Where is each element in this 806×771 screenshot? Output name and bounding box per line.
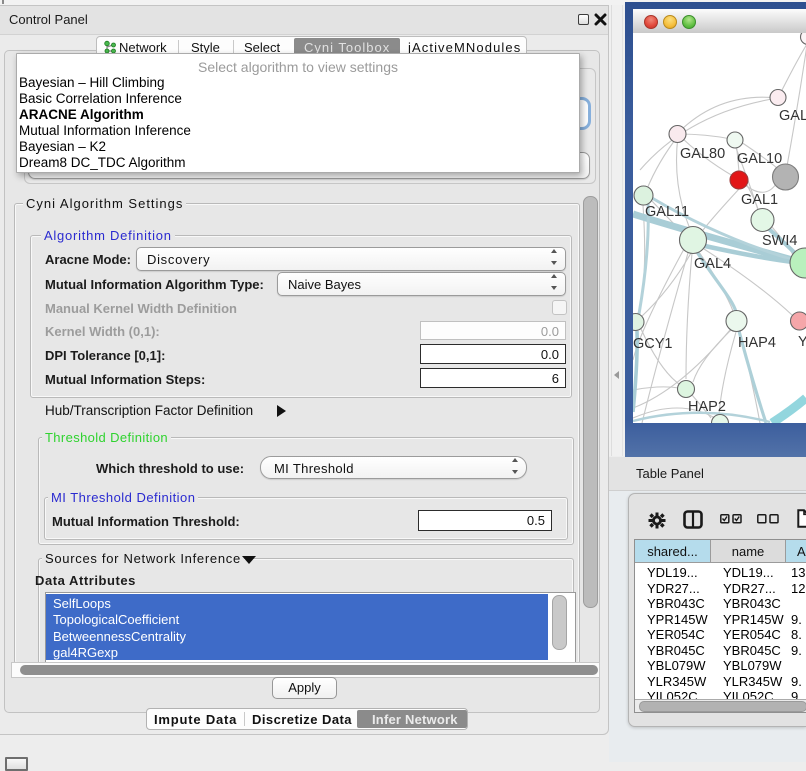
- svg-text:GAL4: GAL4: [694, 256, 731, 272]
- svg-text:Y: Y: [798, 334, 806, 350]
- svg-text:GCY1: GCY1: [633, 336, 673, 352]
- svg-text:HAP2: HAP2: [688, 399, 726, 415]
- svg-text:GAL7: GAL7: [779, 108, 806, 124]
- svg-text:GAL10: GAL10: [737, 151, 782, 167]
- svg-text:HAP4: HAP4: [738, 335, 776, 351]
- svg-text:GAL11: GAL11: [645, 204, 689, 220]
- svg-text:GAL80: GAL80: [680, 146, 725, 162]
- svg-text:GAL1: GAL1: [741, 192, 778, 208]
- svg-text:SWI4: SWI4: [762, 233, 797, 249]
